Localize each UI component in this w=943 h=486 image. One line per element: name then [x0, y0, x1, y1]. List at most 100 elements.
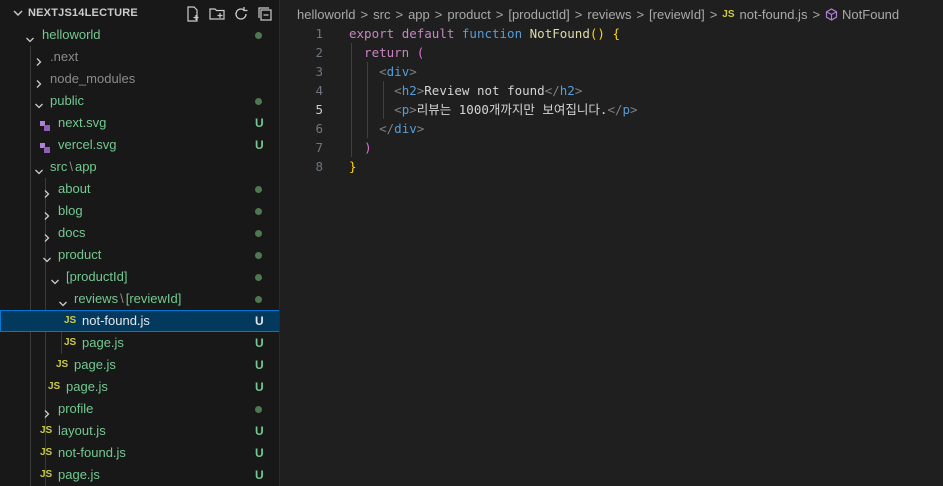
code-token: < — [394, 83, 402, 98]
tree-file-next-svg[interactable]: next.svg U — [0, 112, 279, 134]
code-token: } — [349, 159, 357, 174]
breadcrumb-item[interactable]: app — [408, 7, 430, 22]
breadcrumb-symbol[interactable]: NotFound — [842, 7, 899, 22]
code-token: < — [379, 64, 387, 79]
tree-folder-product[interactable]: product — [0, 244, 279, 266]
untracked-badge: U — [255, 138, 264, 152]
tree-folder-blog[interactable]: blog — [0, 200, 279, 222]
untracked-badge: U — [255, 314, 264, 328]
tree-folder-public[interactable]: public — [0, 90, 279, 112]
untracked-badge: U — [255, 380, 264, 394]
chevron-right-icon — [42, 404, 52, 418]
code-token: function — [461, 26, 530, 41]
explorer-header[interactable]: NEXTJS14LECTURE — [0, 2, 279, 24]
tree-file-page-js[interactable]: JS page.js U — [0, 376, 279, 398]
js-file-icon: JS — [64, 315, 77, 326]
js-file-icon: JS — [40, 469, 53, 480]
status-dot — [255, 98, 262, 105]
code-line[interactable]: 3 <div> — [281, 62, 943, 81]
chevron-right-icon — [42, 206, 52, 220]
tree-folder-docs[interactable]: docs — [0, 222, 279, 244]
tree-label: page.js — [66, 379, 108, 394]
tree-label-part: reviews — [74, 291, 119, 306]
explorer-actions — [184, 5, 274, 23]
tree-file-not-found-js[interactable]: JS not-found.js U — [0, 442, 279, 464]
tree-label: not-found.js — [82, 313, 150, 328]
code-line[interactable]: 5 <p>리뷰는 1000개까지만 보여집니다.</p> — [281, 100, 943, 119]
js-file-icon: JS — [48, 381, 61, 392]
code-line[interactable]: 6 </div> — [281, 119, 943, 138]
status-dot — [255, 208, 262, 215]
tree-label: page.js — [74, 357, 116, 372]
tree-folder-helloworld[interactable]: helloworld — [0, 24, 279, 46]
new-file-icon[interactable] — [184, 5, 202, 23]
js-file-icon: JS — [64, 337, 77, 348]
status-dot — [255, 274, 262, 281]
refresh-icon[interactable] — [232, 5, 250, 23]
tree-label: page.js — [58, 467, 100, 482]
breadcrumb-item[interactable]: [productId] — [508, 7, 569, 22]
chevron-right-icon: > — [636, 6, 645, 22]
code-token: > — [409, 102, 417, 117]
collapse-all-icon[interactable] — [256, 5, 274, 23]
breadcrumb-item[interactable]: product — [447, 7, 490, 22]
tree-label: vercel.svg — [58, 137, 117, 152]
chevron-right-icon: > — [812, 6, 821, 22]
chevron-down-icon — [42, 250, 52, 263]
tree-label: .next — [50, 49, 79, 64]
tree-label-part: app — [74, 159, 97, 174]
breadcrumb-file[interactable]: not-found.js — [740, 7, 808, 22]
tree-file-vercel-svg[interactable]: vercel.svg U — [0, 134, 279, 156]
code-token: div — [386, 64, 410, 79]
code-line[interactable]: 7 ) — [281, 138, 943, 157]
tree-folder-node-modules[interactable]: node_modules — [0, 68, 279, 90]
breadcrumb-item[interactable]: helloworld — [297, 7, 356, 22]
status-dot — [255, 296, 262, 303]
line-number: 4 — [315, 83, 323, 98]
chevron-right-icon: > — [495, 6, 504, 22]
chevron-down-icon — [50, 272, 60, 285]
tree-file-not-found-js-selected[interactable]: JS not-found.js U — [0, 310, 279, 332]
untracked-badge: U — [255, 446, 264, 460]
chevron-right-icon — [34, 52, 44, 66]
code-token: > — [416, 121, 425, 136]
code-text: <p>리뷰는 1000개까지만 보여집니다.</p> — [349, 100, 637, 119]
symbol-method-icon — [825, 7, 838, 21]
tree-label: reviews \ [reviewId] — [74, 288, 181, 310]
line-number: 6 — [315, 121, 323, 136]
tree-folder-reviews-reviewid[interactable]: reviews \ [reviewId] — [0, 288, 279, 310]
code-line[interactable]: 2 return ( — [281, 43, 943, 62]
code-line[interactable]: 4 <h2>Review not found</h2> — [281, 81, 943, 100]
code-token: </ — [379, 121, 395, 136]
tree-file-page-js[interactable]: JS page.js U — [0, 332, 279, 354]
js-file-icon: JS — [40, 425, 53, 436]
line-number: 7 — [315, 140, 323, 155]
tree-label: blog — [58, 203, 83, 218]
tree-label: not-found.js — [58, 445, 126, 460]
new-folder-icon[interactable] — [208, 5, 226, 23]
code-token: > — [409, 64, 417, 79]
code-line[interactable]: 8} — [281, 157, 943, 176]
chevron-right-icon: > — [434, 6, 443, 22]
breadcrumb-item[interactable]: reviews — [587, 7, 631, 22]
tree-folder-productid[interactable]: [productId] — [0, 266, 279, 288]
code-token: div — [394, 121, 417, 136]
code-line[interactable]: 1 export default function NotFound() { — [281, 24, 943, 43]
tree-file-page-js[interactable]: JS page.js U — [0, 464, 279, 486]
chevron-right-icon: > — [574, 6, 583, 22]
tree-folder-about[interactable]: about — [0, 178, 279, 200]
code-text: } — [349, 157, 357, 176]
tree-folder-src-app[interactable]: src \ app — [0, 156, 279, 178]
tree-file-page-js[interactable]: JS page.js U — [0, 354, 279, 376]
tree-folder-profile[interactable]: profile — [0, 398, 279, 420]
breadcrumb-item[interactable]: src — [373, 7, 390, 22]
tree-label: docs — [58, 225, 86, 240]
tree-file-layout-js[interactable]: JS layout.js U — [0, 420, 279, 442]
tree-label: public — [50, 93, 84, 108]
tree-folder-next[interactable]: .next — [0, 46, 279, 68]
tree-label: src \ app — [50, 156, 97, 178]
breadcrumb-item[interactable]: [reviewId] — [649, 7, 705, 22]
chevron-down-icon[interactable] — [12, 6, 24, 24]
